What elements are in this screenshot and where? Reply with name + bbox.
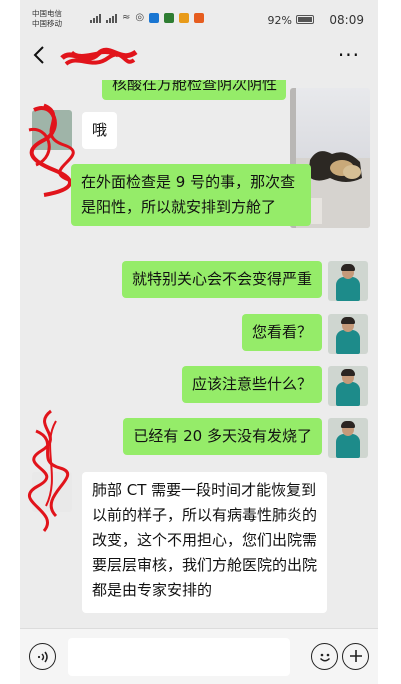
message-bubble[interactable]: 在外面检查是 9 号的事，那次查是阳性，所以就安排到方舱了 bbox=[71, 164, 311, 226]
message-bubble[interactable]: 肺部 CT 需要一段时间才能恢复到以前的样子，所以有病毒性肺炎的改变，这个不用担… bbox=[82, 472, 327, 613]
voice-icon bbox=[37, 651, 48, 663]
emoji-icon bbox=[319, 653, 330, 662]
message-bubble[interactable]: 哦 bbox=[82, 112, 118, 149]
signal-icon bbox=[90, 13, 101, 23]
emoji-button[interactable] bbox=[311, 643, 338, 670]
user-avatar[interactable] bbox=[328, 366, 368, 406]
user-avatar[interactable] bbox=[328, 261, 368, 301]
status-icons: ≈ ◎ bbox=[90, 12, 205, 23]
carrier-1: 中国电信 bbox=[32, 9, 62, 18]
app-notification-2-icon bbox=[164, 12, 175, 23]
battery-icon bbox=[296, 15, 314, 24]
app-notification-3-icon bbox=[179, 12, 190, 23]
message-bubble[interactable]: 您看看？ bbox=[241, 314, 322, 351]
status-bar: 中国电信 中国移动 ≈ ◎ 92% 08:09 bbox=[20, 0, 378, 34]
app-notification-icon bbox=[149, 12, 160, 23]
message-list: 核酸在方舱检查阴次阴性 哦 在外面检查是 9 号的事，那次查是阳性，所以就安排到… bbox=[20, 80, 378, 628]
chat-screen: 中国电信 中国移动 ≈ ◎ 92% 08:09 ··· 核酸在方舱检查阴次阴性 … bbox=[20, 0, 378, 684]
back-button[interactable] bbox=[32, 44, 46, 72]
carrier-labels: 中国电信 中国移动 bbox=[32, 9, 62, 29]
avatar-redaction-scribble bbox=[28, 409, 70, 532]
chevron-left-icon bbox=[33, 46, 44, 64]
message-bubble[interactable]: 已经有 20 多天没有发烧了 bbox=[123, 418, 322, 455]
message-bubble[interactable]: 就特别关心会不会变得严重 bbox=[121, 261, 322, 298]
app-notification-4-icon bbox=[194, 12, 205, 23]
message-bubble[interactable]: 核酸在方舱检查阴次阴性 bbox=[102, 80, 286, 100]
user-avatar[interactable] bbox=[328, 418, 368, 458]
message-input[interactable] bbox=[68, 638, 290, 676]
more-options-button[interactable]: ··· bbox=[338, 43, 360, 67]
signal-2-icon bbox=[106, 13, 117, 23]
plus-button[interactable] bbox=[342, 643, 369, 670]
plus-icon bbox=[349, 650, 362, 662]
redacted-contact-name bbox=[60, 47, 138, 66]
eye-icon: ◎ bbox=[135, 12, 145, 23]
input-bar bbox=[20, 628, 378, 684]
chat-header: ··· bbox=[20, 34, 378, 80]
message-bubble[interactable]: 应该注意些什么？ bbox=[181, 366, 322, 403]
carrier-2: 中国移动 bbox=[32, 19, 62, 28]
clock: 08:09 bbox=[329, 13, 364, 27]
battery-percent: 92% bbox=[267, 14, 292, 27]
voice-button[interactable] bbox=[29, 643, 56, 670]
wifi-icon: ≈ bbox=[122, 12, 131, 23]
user-avatar[interactable] bbox=[328, 314, 368, 354]
